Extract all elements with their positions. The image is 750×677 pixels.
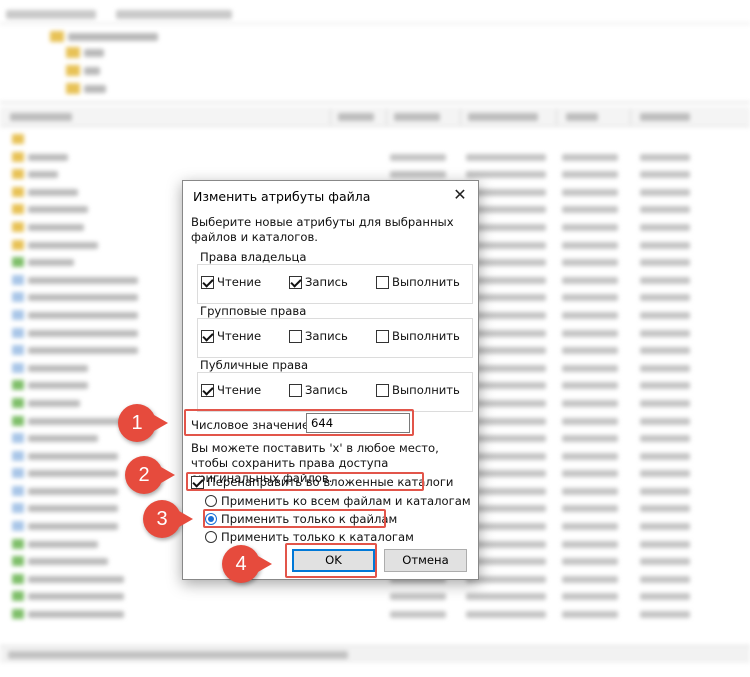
recurse-box[interactable]: [191, 475, 204, 489]
public-execute-box[interactable]: [376, 383, 389, 397]
apply-dirs-radio[interactable]: Применить только к каталогам: [205, 530, 414, 544]
apply-dirs-radio-dot[interactable]: [205, 531, 217, 543]
owner-execute-checkbox[interactable]: Выполнить: [376, 275, 460, 289]
background-column-header: [0, 107, 750, 127]
public-permissions-label: Публичные права: [199, 358, 310, 372]
numeric-value-input[interactable]: 644: [306, 413, 410, 433]
change-attributes-dialog: Изменить атрибуты файла ✕ Выберите новые…: [182, 180, 479, 580]
group-execute-box[interactable]: [376, 329, 389, 343]
apply-files-radio[interactable]: Применить только к файлам: [205, 512, 397, 526]
group-execute-label: Выполнить: [392, 329, 460, 343]
apply-all-radio-dot[interactable]: [205, 495, 217, 507]
owner-write-box[interactable]: [289, 275, 302, 289]
group-write-box[interactable]: [289, 329, 302, 343]
public-execute-label: Выполнить: [392, 383, 460, 397]
apply-all-label: Применить ко всем файлам и каталогам: [221, 494, 471, 508]
group-read-label: Чтение: [217, 329, 262, 343]
apply-dirs-label: Применить только к каталогам: [221, 530, 414, 544]
owner-write-checkbox[interactable]: Запись: [289, 275, 348, 289]
public-read-checkbox[interactable]: Чтение: [201, 383, 261, 397]
callout-2: 2: [125, 456, 175, 494]
group-write-label: Запись: [305, 329, 348, 343]
owner-read-checkbox[interactable]: Чтение: [201, 275, 261, 289]
group-write-checkbox[interactable]: Запись: [289, 329, 348, 343]
public-permissions-group: Чтение Запись Выполнить: [197, 372, 473, 412]
owner-read-label: Чтение: [217, 275, 262, 289]
public-execute-checkbox[interactable]: Выполнить: [376, 383, 460, 397]
callout-1: 1: [118, 404, 168, 442]
owner-execute-box[interactable]: [376, 275, 389, 289]
apply-files-radio-dot[interactable]: [205, 513, 217, 525]
apply-all-radio[interactable]: Применить ко всем файлам и каталогам: [205, 494, 471, 508]
public-write-box[interactable]: [289, 383, 302, 397]
public-read-box[interactable]: [201, 383, 214, 397]
owner-permissions-label: Права владельца: [199, 250, 308, 264]
public-write-label: Запись: [305, 383, 348, 397]
callout-3: 3: [143, 500, 193, 538]
group-read-checkbox[interactable]: Чтение: [201, 329, 261, 343]
group-execute-checkbox[interactable]: Выполнить: [376, 329, 460, 343]
owner-permissions-group: Чтение Запись Выполнить: [197, 264, 473, 304]
ok-button[interactable]: OK: [292, 549, 375, 572]
background-folder-tree: [0, 25, 750, 103]
callout-4: 4: [222, 545, 272, 583]
dialog-title: Изменить атрибуты файла: [193, 189, 371, 204]
owner-read-box[interactable]: [201, 275, 214, 289]
recurse-label: Перенаправить во вложенные каталоги: [207, 475, 454, 489]
owner-execute-label: Выполнить: [392, 275, 460, 289]
dialog-prompt: Выберите новые атрибуты для выбранных фа…: [191, 215, 454, 244]
apply-files-label: Применить только к файлам: [221, 512, 398, 526]
recurse-checkbox[interactable]: Перенаправить во вложенные каталоги: [191, 475, 453, 489]
close-icon[interactable]: ✕: [450, 185, 470, 205]
public-write-checkbox[interactable]: Запись: [289, 383, 348, 397]
group-permissions-group: Чтение Запись Выполнить: [197, 318, 473, 358]
owner-write-label: Запись: [305, 275, 348, 289]
background-status-bar: [0, 645, 750, 663]
group-read-box[interactable]: [201, 329, 214, 343]
cancel-button[interactable]: Отмена: [384, 549, 467, 572]
public-read-label: Чтение: [217, 383, 262, 397]
group-permissions-label: Групповые права: [199, 304, 308, 318]
background-tabs: [0, 6, 750, 24]
numeric-value-label: Числовое значение:: [191, 418, 314, 432]
